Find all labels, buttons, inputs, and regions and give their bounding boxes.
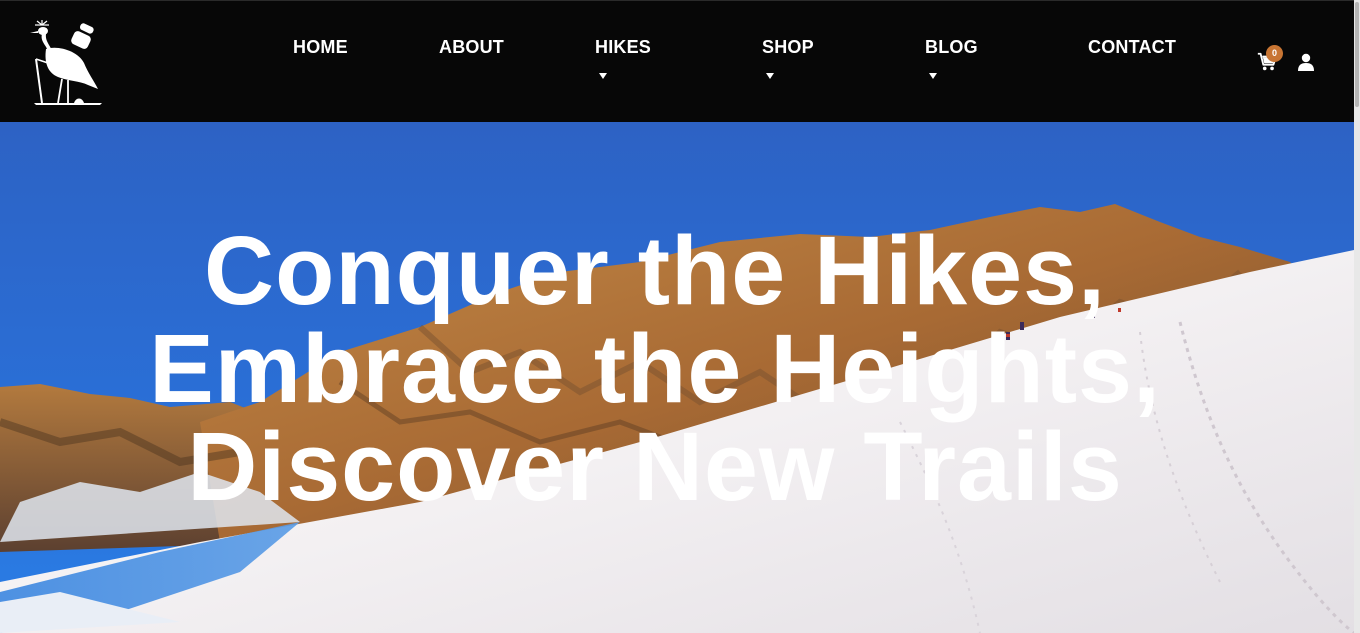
cart-count-badge: 0 bbox=[1266, 45, 1283, 62]
user-icon[interactable] bbox=[1297, 53, 1315, 71]
nav-contact[interactable]: CONTACT bbox=[1088, 37, 1176, 58]
site-header: HOME ABOUT HIKES SHOP BLOG CONTACT 0 bbox=[0, 0, 1354, 122]
hero-title: Conquer the Hikes, Embrace the Heights, … bbox=[149, 216, 1161, 521]
nav-about[interactable]: ABOUT bbox=[439, 37, 504, 58]
page: HOME ABOUT HIKES SHOP BLOG CONTACT 0 Con… bbox=[0, 0, 1360, 633]
nav-home[interactable]: HOME bbox=[293, 37, 348, 58]
hero-section: Conquer the Hikes, Embrace the Heights, … bbox=[0, 122, 1354, 633]
hikes-caret-down-icon[interactable] bbox=[599, 73, 607, 79]
logo-link[interactable] bbox=[0, 1, 120, 123]
shop-caret-down-icon[interactable] bbox=[766, 73, 774, 79]
nav-shop[interactable]: SHOP bbox=[762, 37, 814, 58]
blog-caret-down-icon[interactable] bbox=[929, 73, 937, 79]
page-scrollbar-thumb[interactable] bbox=[1355, 2, 1359, 107]
nav-blog[interactable]: BLOG bbox=[925, 37, 978, 58]
crane-hiker-logo bbox=[30, 20, 102, 105]
nav-hikes[interactable]: HIKES bbox=[595, 37, 651, 58]
